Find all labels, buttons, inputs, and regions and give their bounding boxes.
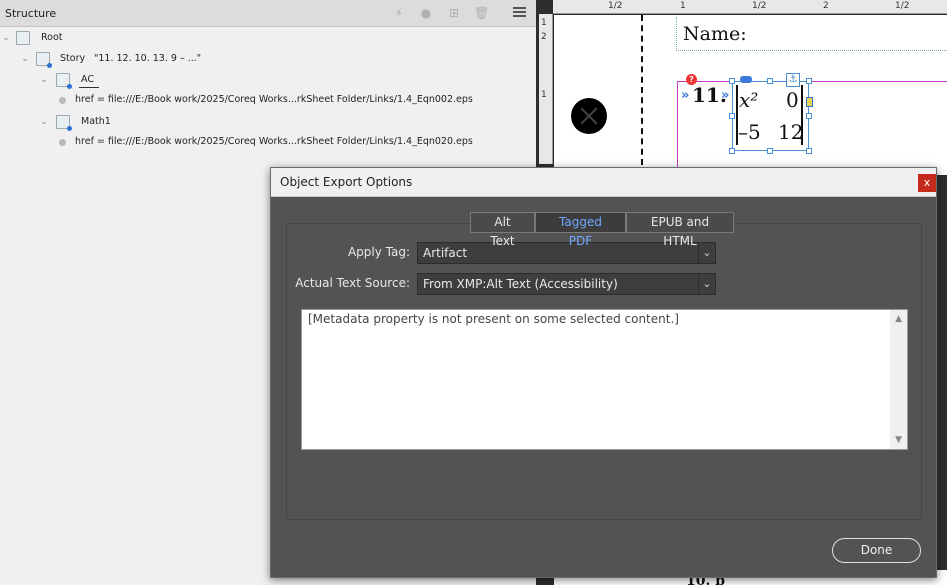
resize-handle[interactable] — [729, 113, 735, 119]
dialog-tabs: Alt Text Tagged PDF EPUB and HTML — [470, 212, 734, 248]
tab-marker-icon: » — [721, 88, 730, 103]
resize-handle[interactable] — [767, 78, 773, 84]
tree-ac-href: href = file:///E:/Book work/2025/Coreq W… — [75, 94, 473, 105]
bullet-circle-graphic[interactable] — [571, 98, 607, 134]
scroll-down-icon[interactable]: ▼ — [895, 435, 902, 445]
actual-text-source-value: From XMP:Alt Text (Accessibility) — [423, 277, 618, 291]
resize-handle[interactable] — [767, 148, 773, 154]
actual-text-source-select[interactable]: From XMP:Alt Text (Accessibility) ⌄ — [417, 273, 716, 295]
resize-handle[interactable] — [806, 148, 812, 154]
attribute-dot-icon — [59, 139, 66, 146]
inline-marker-icon — [806, 97, 813, 107]
tree-row-math1[interactable]: ⌄ Math1 — [0, 113, 536, 131]
structure-panel-title: Structure — [5, 7, 57, 20]
chevron-down-icon[interactable]: ⌄ — [1, 33, 11, 43]
tree-row-story[interactable]: ⌄ Story "11. 12. 10. 13. 9 – ..." — [0, 50, 536, 68]
textarea-scrollbar[interactable]: ▲ ▼ — [890, 310, 907, 449]
tab-marker-icon: » — [681, 88, 690, 103]
close-button[interactable]: x — [918, 174, 936, 192]
text-frame-edge — [676, 50, 947, 51]
chevron-down-icon[interactable]: ⌄ — [698, 243, 715, 263]
graphic-element-icon — [56, 115, 72, 131]
ruler-label: 2 — [541, 32, 547, 42]
chevron-down-icon[interactable]: ⌄ — [39, 75, 49, 85]
new-element-icon[interactable]: ⊞ — [447, 6, 461, 20]
structure-panel-header: Structure ⚡ ● ⊞ 🗑 — [0, 0, 536, 27]
tree-label-math1: Math1 — [81, 116, 111, 127]
ruler-label: 1 — [680, 1, 686, 11]
tab-epub-and-html[interactable]: EPUB and HTML — [626, 212, 734, 248]
actual-text-source-label: Actual Text Source: — [295, 276, 410, 290]
dashed-guide-line — [641, 15, 643, 165]
ruler-label: 1/2 — [752, 1, 767, 11]
actual-text-textarea[interactable]: [Metadata property is not present on som… — [301, 309, 908, 450]
matrix-cell: x² — [739, 88, 759, 112]
matrix-cell: 12 — [778, 120, 804, 144]
dialog-title: Object Export Options — [280, 175, 413, 189]
tree-label-root: Root — [41, 32, 63, 43]
tab-tagged-pdf[interactable]: Tagged PDF — [535, 212, 626, 248]
root-element-icon — [16, 31, 30, 45]
tree-row-ac-href[interactable]: href = file:///E:/Book work/2025/Coreq W… — [0, 91, 536, 109]
resize-handle[interactable] — [806, 78, 812, 84]
tree-story-text: "11. 12. 10. 13. 9 – ..." — [94, 53, 202, 64]
resize-handle[interactable] — [729, 78, 735, 84]
tab-alt-text[interactable]: Alt Text — [470, 212, 535, 248]
tree-label-story: Story — [60, 53, 86, 64]
link-icon[interactable] — [740, 76, 752, 83]
hamburger-menu-icon[interactable] — [513, 7, 526, 19]
ruler-left[interactable]: 1 2 1 — [539, 14, 553, 164]
ruler-label: 1 — [541, 90, 547, 100]
ruler-label: 1 — [541, 18, 547, 28]
story-element-icon — [36, 52, 52, 68]
ruler-top[interactable]: 1/2 1 1/2 2 1/2 — [553, 0, 947, 14]
scroll-up-icon[interactable]: ▲ — [895, 314, 902, 324]
resize-handle[interactable] — [729, 148, 735, 154]
circle-icon[interactable]: ● — [419, 6, 433, 20]
matrix-cell: 0 — [786, 88, 799, 112]
ruler-label: 1/2 — [895, 1, 910, 11]
apply-tag-label: Apply Tag: — [347, 245, 410, 259]
ruler-label: 1/2 — [608, 1, 623, 11]
lightning-icon[interactable]: ⚡ — [392, 6, 406, 20]
chevron-down-icon[interactable]: ⌄ — [20, 54, 30, 64]
matrix-cell: –5 — [738, 120, 761, 144]
tree-row-math1-href[interactable]: href = file:///E:/Book work/2025/Coreq W… — [0, 133, 536, 151]
tree-math1-href: href = file:///E:/Book work/2025/Coreq W… — [75, 136, 473, 147]
chevron-down-icon[interactable]: ⌄ — [39, 117, 49, 127]
chevron-down-icon[interactable]: ⌄ — [698, 274, 715, 294]
name-label[interactable]: Name: — [683, 23, 747, 45]
attribute-dot-icon — [59, 97, 66, 104]
object-export-options-dialog: Object Export Options x Apply Tag: Artif… — [270, 167, 937, 578]
done-button[interactable]: Done — [832, 538, 921, 563]
tree-row-root[interactable]: ⌄ Root — [0, 29, 536, 47]
ac-underline — [79, 87, 99, 88]
anchor-icon[interactable]: ⚓ — [786, 73, 800, 87]
graphic-element-icon — [56, 73, 72, 89]
dialog-titlebar[interactable]: Object Export Options x — [271, 168, 936, 197]
text-frame-edge — [676, 17, 677, 51]
apply-tag-value: Artifact — [423, 246, 468, 260]
trash-icon[interactable]: 🗑 — [474, 6, 489, 20]
resize-handle[interactable] — [806, 113, 812, 119]
textarea-content: [Metadata property is not present on som… — [308, 312, 679, 326]
ruler-label: 2 — [823, 1, 829, 11]
